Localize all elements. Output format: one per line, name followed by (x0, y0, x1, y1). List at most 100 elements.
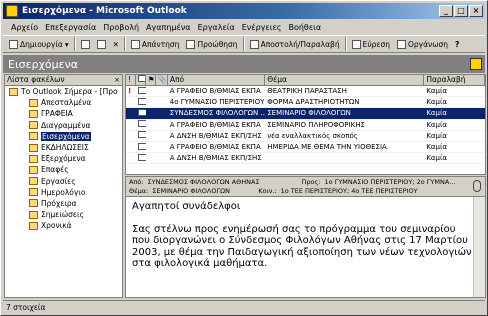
col-subject[interactable]: Θέμα (265, 75, 425, 85)
preview-pane: Από: ΣΥΝΔΕΣΜΟΣ ΦΙΛΟΛΟΓΩΝ ΑΘΗΝΑΣ Προς: 1ο… (125, 176, 486, 298)
col-from[interactable]: Από (168, 75, 266, 85)
folder-item[interactable]: ΓΡΑΦΕΙΑ (5, 108, 122, 119)
menu-file[interactable]: Αρχείο (11, 23, 38, 32)
find-icon (351, 39, 361, 49)
to-label: Προς: (301, 178, 321, 186)
help-button[interactable]: ? (453, 37, 461, 51)
col-flag[interactable]: ⚑ (146, 75, 156, 85)
find-button[interactable]: Εύρεση (350, 37, 392, 51)
folder-icon (29, 121, 38, 130)
subject-value: ΣΕΜΙΝΑΡΙΟ ΦΙΛΟΛΟΓΩΝ (152, 187, 230, 195)
folder-item[interactable]: Πρόχειρα (5, 198, 122, 209)
folder-label: Επαφές (41, 165, 69, 175)
envelope-icon (137, 153, 146, 161)
received-cell: Καμία (426, 98, 447, 107)
print-button[interactable] (79, 37, 92, 51)
folder-banner: Εισερχόμενα (3, 55, 485, 73)
envelope-cell (136, 86, 146, 96)
folder-item[interactable]: Διαγραμμένα (5, 120, 122, 131)
folder-item[interactable]: Εξερχόμενα (5, 153, 122, 164)
importance-cell: ! (128, 87, 132, 96)
toolbar-separator (344, 37, 347, 51)
received-cell: Καμία (426, 109, 447, 118)
subject-cell: ΦΟΡΜΑ ΔΡΑΣΤΗΡΙΟΤΗΤΩΝ (267, 98, 360, 107)
send-receive-icon (249, 39, 259, 49)
folder-item[interactable]: Εισερχόμενα (5, 131, 122, 142)
folder-icon (29, 221, 38, 230)
menu-favorites[interactable]: Αγαπημένα (146, 23, 191, 32)
col-importance[interactable]: ! (126, 75, 136, 85)
message-body: Αγαπητοί συνάδελφοι Σας στέλνω προς ενημ… (126, 197, 485, 270)
folder-item[interactable]: Σημειώσεις (5, 209, 122, 220)
envelope-icon (137, 75, 145, 82)
menu-edit[interactable]: Επεξεργασία (45, 23, 96, 32)
folder-item[interactable]: Ημερολόγιο (5, 187, 122, 198)
folder-icon (29, 98, 38, 107)
send-receive-button[interactable]: Αποστολή/Παραλαβή (248, 37, 342, 51)
close-icon[interactable]: × (114, 75, 120, 85)
message-row[interactable]: Α ΓΡΑΦΕΙΟ Β/ΘΜΙΑΣ ΕΚΠΑ ΣΕΜΙΝΑΡΙΟ ΠΛΗΡΟΦΟΡ… (126, 120, 485, 131)
from-cell: 4ο ΓΥΜΝΑΣΙΟ ΠΕΡΙΣΤΕΡΙΟΥ (169, 98, 265, 107)
folder-label: Διαγραμμένα (41, 120, 91, 130)
organize-button[interactable]: Οργάνωση (395, 37, 450, 51)
delete-button[interactable]: ✕ (111, 37, 121, 51)
message-row[interactable]: 4ο ΓΥΜΝΑΣΙΟ ΠΕΡΙΣΤΕΡΙΟΥ ΦΟΡΜΑ ΔΡΑΣΤΗΡΙΟΤΗ… (126, 97, 485, 109)
new-icon (9, 39, 18, 49)
attachment-icon[interactable] (473, 180, 481, 192)
message-row[interactable]: ! Α ΓΡΑΦΕΙΟ Β/ΘΜΙΑΣ ΕΚΠΑ ΘΕΑΤΡΙΚΗ ΠΑΡΑΣΤΑΣ… (126, 86, 485, 98)
preview-scrollbar[interactable] (473, 197, 485, 297)
title-bar: Εισερχόμενα - Microsoft Outlook _ □ × (3, 3, 485, 19)
reply-button[interactable]: Απάντηση (129, 37, 182, 51)
cc-label: Κοιν.: (258, 187, 277, 195)
message-row[interactable]: Α ΔΝΣΗ Β/ΘΜΙΑΣ ΕΚΠ/ΣΗΣ Καμία (126, 153, 485, 165)
message-row[interactable]: ΣΥΝΔΕΣΜΟΣ ΦΙΛΟΛΟΓΩΝ ... ΣΕΜΙΝΑΡΙΟ ΦΙΛΟΛΟΓ… (126, 108, 485, 120)
message-text: Σας στέλνω προς ενημέρωσή σας το πρόγραμ… (132, 223, 472, 270)
folder-icon (29, 132, 38, 141)
new-button[interactable]: Δημιουργία ▾ (7, 37, 71, 51)
folder-icon (29, 177, 38, 186)
received-cell: Καμία (426, 120, 447, 129)
menu-help[interactable]: Βοήθεια (288, 23, 321, 32)
from-cell: Α ΓΡΑΦΕΙΟ Β/ΘΜΙΑΣ ΕΚΠΑ (169, 143, 261, 152)
menu-view[interactable]: Προβολή (103, 23, 139, 32)
outlook-window: Εισερχόμενα - Microsoft Outlook _ □ × Αρ… (0, 0, 488, 316)
subject-cell: νέα εναλλακτικός σκοπός (267, 131, 358, 140)
col-icon[interactable] (136, 75, 146, 85)
from-cell: Α ΓΡΑΦΕΙΟ Β/ΘΜΙΑΣ ΕΚΠΑ (169, 87, 261, 96)
minimize-button[interactable]: _ (439, 5, 453, 17)
folder-icon (29, 188, 38, 197)
menu-tools[interactable]: Εργαλεία (198, 23, 235, 32)
from-cell: ΣΥΝΔΕΣΜΟΣ ΦΙΛΟΛΟΓΩΝ ... (169, 109, 266, 118)
envelope-cell (136, 108, 146, 118)
folder-list: Λίστα φακέλων × Το Outlook Σήμερα - [Προ Α… (4, 74, 123, 298)
col-received[interactable]: Παραλαβή (424, 75, 485, 85)
message-greeting: Αγαπητοί συνάδελφοι (132, 201, 241, 212)
folder-item[interactable]: Απεσταλμένα (5, 97, 122, 108)
forward-button[interactable]: Προώθηση (184, 37, 239, 51)
folder-item[interactable]: Εργασίες (5, 176, 122, 187)
folder-item[interactable]: Επαφές (5, 164, 122, 175)
status-bar: 7 στοιχεία (3, 300, 485, 314)
from-value: ΣΥΝΔΕΣΜΟΣ ΦΙΛΟΛΟΓΩΝ ΑΘΗΝΑΣ (147, 178, 260, 186)
from-cell: Α ΔΝΣΗ Β/ΘΜΙΑΣ ΕΚΠ/ΣΗΣ (169, 131, 262, 140)
envelope-icon (137, 120, 146, 128)
toolbar-separator (73, 37, 76, 51)
preview-header: Από: ΣΥΝΔΕΣΜΟΣ ΦΙΛΟΛΟΓΩΝ ΑΘΗΝΑΣ Προς: 1ο… (126, 177, 485, 197)
folder-label: Χρονικά (41, 221, 72, 231)
window-title: Εισερχόμενα - Microsoft Outlook (22, 6, 187, 16)
move-button[interactable] (95, 37, 108, 51)
message-row[interactable]: Α ΓΡΑΦΕΙΟ Β/ΘΜΙΑΣ ΕΚΠΑ ΗΜΕΡΙΔΑ ΜΕ ΘΕΜΑ ΤΗ… (126, 142, 485, 154)
menu-actions[interactable]: Ενέργειες (242, 23, 282, 32)
folder-item[interactable]: Χρονικά (5, 220, 122, 231)
close-button[interactable]: × (469, 5, 483, 17)
envelope-icon (137, 86, 146, 94)
subject-cell: ΘΕΑΤΡΙΚΗ ΠΑΡΑΣΤΑΣΗ (267, 87, 347, 96)
message-row[interactable]: Α ΔΝΣΗ Β/ΘΜΙΑΣ ΕΚΠ/ΣΗΣ νέα εναλλακτικός σ… (126, 131, 485, 142)
message-list-header: ! ⚑ 📎 Από Θέμα Παραλαβή (126, 75, 485, 86)
folder-icon (29, 199, 38, 208)
maximize-button[interactable]: □ (454, 5, 468, 17)
folder-item[interactable]: ΕΚΔΗΛΩΣΕΙΣ (5, 142, 122, 153)
toolbar: Δημιουργία ▾ ✕ Απάντηση Προώθηση Αποστολή… (3, 35, 485, 53)
folder-item[interactable]: Το Outlook Σήμερα - [Προ (5, 86, 122, 97)
col-attachment[interactable]: 📎 (156, 75, 168, 85)
